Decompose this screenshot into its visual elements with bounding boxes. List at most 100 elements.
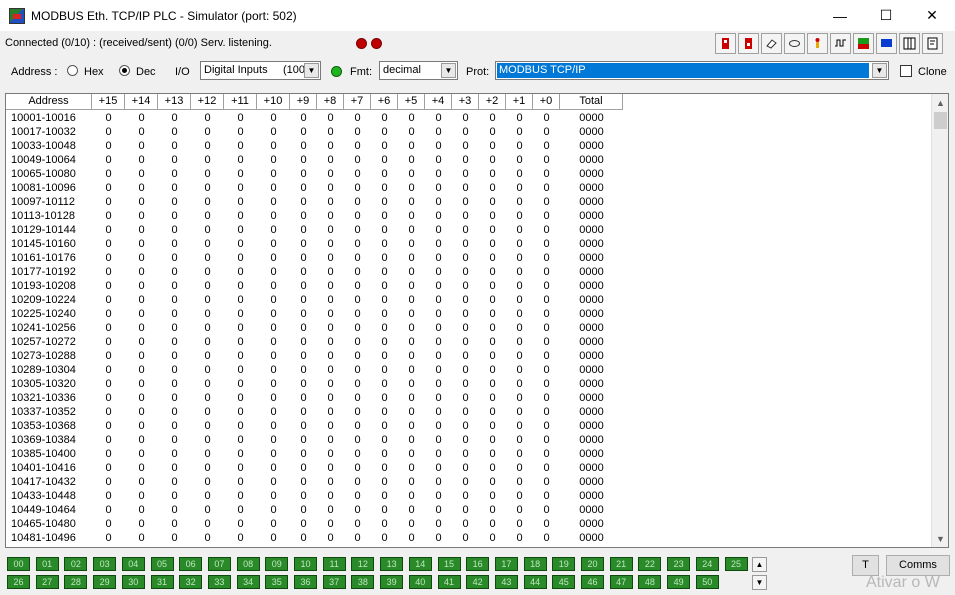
chevron-down-icon[interactable]: ▼ <box>304 63 319 78</box>
bit-cell[interactable]: 0 <box>506 195 533 209</box>
bit-cell[interactable]: 0 <box>158 503 191 517</box>
bit-cell[interactable]: 0 <box>158 251 191 265</box>
bit-cell[interactable]: 0 <box>125 167 158 181</box>
eraser-icon[interactable] <box>761 33 782 54</box>
station-button[interactable]: 41 <box>437 575 461 589</box>
bit-cell[interactable]: 0 <box>125 293 158 307</box>
bit-cell[interactable]: 0 <box>344 223 371 237</box>
bit-cell[interactable]: 0 <box>158 433 191 447</box>
station-button[interactable]: 48 <box>638 575 662 589</box>
bit-cell[interactable]: 0 <box>92 545 125 547</box>
bit-cell[interactable]: 0 <box>158 419 191 433</box>
bit-cell[interactable]: 0 <box>317 293 344 307</box>
bit-cell[interactable]: 0 <box>191 517 224 531</box>
bit-cell[interactable]: 0 <box>452 447 479 461</box>
bit-cell[interactable]: 0 <box>344 307 371 321</box>
bit-cell[interactable]: 0 <box>533 153 560 167</box>
bit-cell[interactable]: 0 <box>290 293 317 307</box>
bit-cell[interactable]: 0 <box>425 377 452 391</box>
station-button[interactable]: 10 <box>294 557 317 571</box>
bit-cell[interactable]: 0 <box>290 475 317 489</box>
bit-cell[interactable]: 0 <box>533 139 560 153</box>
bit-cell[interactable]: 0 <box>224 405 257 419</box>
bit-cell[interactable]: 0 <box>158 391 191 405</box>
bit-cell[interactable]: 0 <box>125 153 158 167</box>
bit-cell[interactable]: 0 <box>125 111 158 125</box>
bit-cell[interactable]: 0 <box>452 209 479 223</box>
bit-cell[interactable]: 0 <box>191 209 224 223</box>
bit-cell[interactable]: 0 <box>257 503 290 517</box>
bit-cell[interactable]: 0 <box>125 349 158 363</box>
bit-cell[interactable]: 0 <box>191 125 224 139</box>
bit-cell[interactable]: 0 <box>533 489 560 503</box>
bit-cell[interactable]: 0 <box>92 139 125 153</box>
table-row[interactable]: 10481-10496 0 0 0 0 0 0 0 0 0 0 0 0 0 0 0 0 0000 <box>6 531 623 545</box>
bit-cell[interactable]: 0 <box>533 447 560 461</box>
bit-cell[interactable]: 0 <box>290 265 317 279</box>
bit-cell[interactable]: 0 <box>257 335 290 349</box>
station-button[interactable]: 22 <box>638 557 662 571</box>
bit-cell[interactable]: 0 <box>290 391 317 405</box>
station-button[interactable]: 42 <box>466 575 490 589</box>
bit-cell[interactable]: 0 <box>317 251 344 265</box>
bit-cell[interactable]: 0 <box>506 363 533 377</box>
station-button[interactable]: 07 <box>207 557 231 571</box>
bit-cell[interactable]: 0 <box>92 153 125 167</box>
station-button[interactable]: 47 <box>609 575 633 589</box>
bit-cell[interactable]: 0 <box>371 307 398 321</box>
bit-cell[interactable]: 0 <box>344 167 371 181</box>
bit-cell[interactable]: 0 <box>452 111 479 125</box>
station-button[interactable]: 08 <box>236 557 260 571</box>
bit-cell[interactable]: 0 <box>506 503 533 517</box>
bit-cell[interactable]: 0 <box>425 195 452 209</box>
bit-cell[interactable]: 0 <box>533 223 560 237</box>
columns-icon[interactable] <box>899 33 920 54</box>
bit-cell[interactable]: 0 <box>479 307 506 321</box>
bit-cell[interactable]: 0 <box>533 321 560 335</box>
bit-cell[interactable]: 0 <box>533 405 560 419</box>
bit-cell[interactable]: 0 <box>344 349 371 363</box>
bit-cell[interactable]: 0 <box>371 111 398 125</box>
bit-cell[interactable]: 0 <box>533 377 560 391</box>
bit-cell[interactable]: 0 <box>452 405 479 419</box>
table-row[interactable]: 10465-10480 0 0 0 0 0 0 0 0 0 0 0 0 0 0 0 0 0000 <box>6 517 623 531</box>
bit-cell[interactable]: 0 <box>506 237 533 251</box>
bit-cell[interactable]: 0 <box>506 167 533 181</box>
bit-cell[interactable]: 0 <box>479 251 506 265</box>
bit-cell[interactable]: 0 <box>125 251 158 265</box>
bit-cell[interactable]: 0 <box>317 237 344 251</box>
bit-cell[interactable]: 0 <box>479 279 506 293</box>
bit-cell[interactable]: 0 <box>425 321 452 335</box>
bit-cell[interactable]: 0 <box>257 265 290 279</box>
station-button[interactable]: 04 <box>121 557 145 571</box>
bit-cell[interactable]: 0 <box>224 503 257 517</box>
bit-cell[interactable]: 0 <box>533 503 560 517</box>
bit-cell[interactable]: 0 <box>125 419 158 433</box>
bit-cell[interactable]: 0 <box>92 279 125 293</box>
bit-cell[interactable]: 0 <box>398 363 425 377</box>
bit-cell[interactable]: 0 <box>191 181 224 195</box>
scroll-down-icon[interactable]: ▼ <box>932 530 948 547</box>
station-button[interactable]: 03 <box>93 557 117 571</box>
station-button[interactable]: 02 <box>64 557 88 571</box>
bit-cell[interactable]: 0 <box>533 209 560 223</box>
station-button[interactable]: 11 <box>322 557 346 571</box>
bit-cell[interactable]: 0 <box>425 363 452 377</box>
bit-cell[interactable]: 0 <box>398 391 425 405</box>
bit-cell[interactable]: 0 <box>224 461 257 475</box>
close-button[interactable]: ✕ <box>909 0 955 31</box>
bit-cell[interactable]: 0 <box>191 489 224 503</box>
bit-cell[interactable]: 0 <box>92 209 125 223</box>
bit-cell[interactable]: 0 <box>92 419 125 433</box>
bit-cell[interactable]: 0 <box>452 195 479 209</box>
bit-cell[interactable]: 0 <box>371 181 398 195</box>
station-button[interactable]: 13 <box>380 557 404 571</box>
bit-cell[interactable]: 0 <box>158 293 191 307</box>
station-button[interactable]: 16 <box>466 557 490 571</box>
station-button[interactable]: 49 <box>667 575 691 589</box>
bit-cell[interactable]: 0 <box>371 223 398 237</box>
bit-cell[interactable]: 0 <box>191 349 224 363</box>
bit-cell[interactable]: 0 <box>290 503 317 517</box>
bit-cell[interactable]: 0 <box>317 167 344 181</box>
bit-cell[interactable]: 0 <box>125 405 158 419</box>
